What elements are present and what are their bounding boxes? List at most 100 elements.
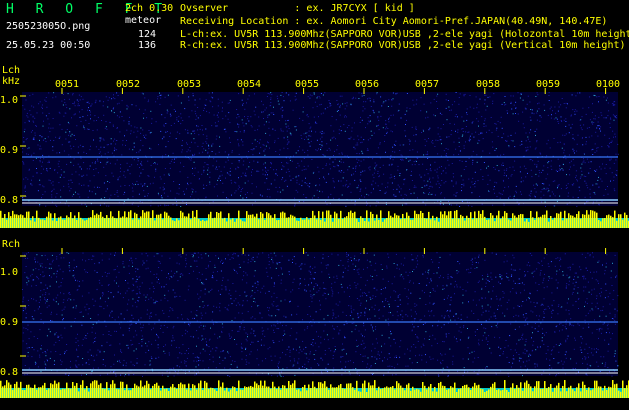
level-bar	[236, 218, 238, 228]
noise-dot	[604, 364, 606, 366]
noise-dot	[193, 161, 195, 163]
noise-dot	[386, 267, 388, 269]
noise-dot	[52, 298, 54, 300]
level-bar	[208, 214, 210, 228]
noise-dot	[362, 361, 364, 362]
noise-dot	[537, 330, 539, 332]
noise-dot	[252, 316, 254, 318]
noise-dot	[423, 192, 425, 194]
noise-dot	[129, 259, 130, 261]
noise-dot	[181, 151, 183, 153]
noise-dot	[208, 264, 209, 266]
noise-dot	[403, 264, 404, 266]
noise-dot	[494, 149, 496, 151]
noise-dot	[303, 165, 305, 167]
noise-dot	[34, 259, 36, 260]
noise-dot	[204, 293, 206, 295]
noise-dot	[79, 99, 81, 101]
noise-dot	[242, 144, 244, 146]
noise-dot	[482, 311, 484, 313]
noise-dot	[471, 351, 473, 353]
noise-dot	[143, 136, 145, 138]
noise-dot	[30, 131, 32, 133]
noise-dot	[106, 341, 108, 343]
noise-dot	[494, 192, 495, 194]
noise-dot	[289, 335, 291, 337]
noise-dot	[422, 255, 424, 256]
noise-dot	[220, 351, 222, 353]
noise-dot	[119, 131, 121, 133]
noise-dot	[93, 175, 95, 177]
noise-dot	[341, 374, 343, 376]
noise-dot	[455, 195, 457, 197]
noise-dot	[370, 366, 372, 368]
level-bar	[36, 210, 38, 228]
noise-dot	[555, 117, 557, 119]
noise-dot	[487, 96, 489, 98]
noise-dot	[128, 185, 130, 187]
noise-dot	[272, 262, 274, 264]
noise-dot	[524, 348, 526, 350]
noise-dot	[88, 363, 90, 365]
noise-dot	[42, 112, 44, 114]
noise-dot	[426, 140, 428, 142]
noise-dot	[388, 337, 390, 339]
noise-dot	[46, 169, 48, 171]
noise-dot	[306, 183, 308, 185]
noise-dot	[549, 307, 550, 309]
noise-dot	[83, 162, 85, 164]
noise-dot	[230, 363, 232, 365]
noise-dot	[603, 194, 605, 196]
noise-dot	[605, 117, 607, 119]
noise-dot	[302, 111, 304, 113]
noise-dot	[114, 269, 116, 270]
level-bar	[278, 219, 280, 228]
noise-dot	[571, 123, 573, 125]
noise-dot	[473, 350, 475, 352]
level-bar	[510, 220, 512, 228]
noise-dot	[389, 177, 391, 179]
noise-dot	[522, 180, 524, 182]
noise-dot	[437, 153, 439, 155]
noise-dot	[510, 102, 512, 104]
noise-dot	[261, 100, 262, 102]
noise-dot	[404, 353, 406, 355]
noise-dot	[435, 194, 436, 196]
noise-dot	[467, 205, 469, 207]
noise-dot	[344, 130, 346, 132]
noise-dot	[108, 97, 110, 99]
noise-dot	[411, 330, 413, 332]
noise-dot	[436, 272, 438, 274]
noise-dot	[355, 259, 357, 261]
noise-dot	[265, 145, 267, 147]
noise-dot	[304, 278, 306, 280]
noise-dot	[343, 348, 345, 350]
noise-dot	[197, 129, 199, 131]
noise-dot	[571, 94, 573, 96]
noise-dot	[309, 266, 311, 268]
noise-dot	[394, 276, 396, 278]
noise-dot	[281, 92, 283, 93]
noise-dot	[534, 148, 536, 150]
noise-dot	[522, 123, 524, 125]
noise-dot	[290, 327, 292, 329]
noise-dot	[335, 119, 337, 121]
noise-dot	[530, 190, 532, 192]
noise-dot	[132, 196, 134, 198]
level-bar	[600, 221, 602, 228]
level-bar	[332, 221, 334, 228]
noise-dot	[577, 180, 578, 182]
noise-dot	[242, 141, 244, 143]
noise-dot	[307, 314, 309, 315]
noise-dot	[262, 169, 264, 171]
noise-dot	[201, 273, 203, 275]
noise-dot	[461, 200, 463, 202]
level-bar	[610, 215, 612, 228]
noise-dot	[504, 172, 506, 174]
noise-dot	[465, 126, 467, 127]
noise-dot	[449, 203, 451, 205]
noise-dot	[126, 162, 128, 164]
noise-dot	[333, 136, 335, 138]
noise-dot	[193, 138, 195, 140]
noise-dot	[477, 281, 479, 283]
